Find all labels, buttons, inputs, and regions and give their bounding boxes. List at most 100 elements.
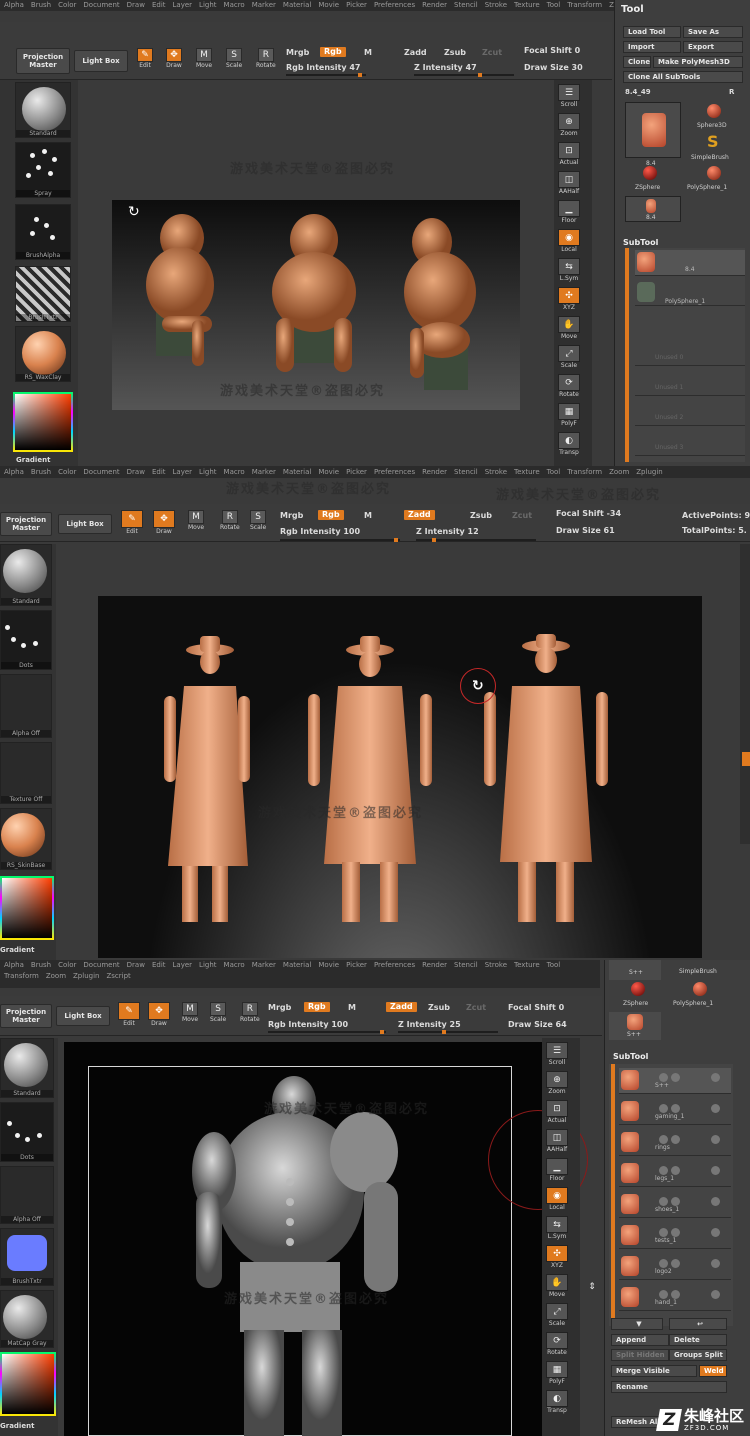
rgb-intensity-slider[interactable]: Rgb Intensity 100 bbox=[268, 1020, 348, 1029]
menu-item-stroke[interactable]: Stroke bbox=[485, 0, 507, 11]
draw-button[interactable]: ✥ Draw bbox=[153, 510, 175, 535]
rgb-intensity-slider[interactable]: Rgb Intensity 100 bbox=[280, 527, 360, 536]
visibility-eye-icon[interactable] bbox=[659, 1073, 668, 1082]
move-button[interactable]: M Move bbox=[196, 48, 212, 69]
rail-zoom-button[interactable]: ⊕ Zoom bbox=[556, 113, 582, 137]
menu-item-marker[interactable]: Marker bbox=[252, 467, 276, 478]
draw-size-slider[interactable]: Draw Size 30 bbox=[524, 63, 583, 72]
menu-item-edit[interactable]: Edit bbox=[152, 960, 166, 971]
menu-item-macro[interactable]: Macro bbox=[224, 467, 245, 478]
menu-item-edit[interactable]: Edit bbox=[152, 467, 166, 478]
z-intensity-track[interactable] bbox=[416, 538, 536, 542]
polysphere-thumb[interactable]: PolySphere_1 bbox=[685, 166, 745, 194]
rail-rotate-button[interactable]: ⟳ Rotate bbox=[544, 1332, 570, 1356]
m-toggle[interactable]: M bbox=[364, 511, 372, 520]
local-toggle-partial[interactable] bbox=[742, 752, 750, 766]
simplebrush-thumb[interactable]: S SimpleBrush bbox=[691, 132, 737, 164]
canvas-viewport[interactable]: ↻ 游戏美术天堂®盗图必究 bbox=[98, 596, 702, 958]
subtool-item[interactable]: S++ bbox=[619, 1068, 731, 1094]
brush-thumb-standard[interactable]: Standard bbox=[0, 1038, 54, 1098]
material-thumb[interactable]: MatCap Gray bbox=[0, 1290, 54, 1348]
merge-visible-button[interactable]: Merge Visible bbox=[611, 1365, 697, 1377]
menu-item-movie[interactable]: Movie bbox=[318, 467, 339, 478]
visibility-eye-icon[interactable] bbox=[671, 1259, 680, 1268]
menu-item-layer[interactable]: Layer bbox=[173, 467, 193, 478]
subtool-scrollbar[interactable] bbox=[611, 1064, 615, 1326]
rgb-toggle[interactable]: Rgb bbox=[320, 47, 346, 57]
subtool-item[interactable]: rings bbox=[619, 1130, 731, 1156]
light-box-button[interactable]: Light Box bbox=[74, 50, 128, 72]
rail-polyf-button[interactable]: ▦ PolyF bbox=[556, 403, 582, 427]
z-intensity-track[interactable] bbox=[398, 1030, 498, 1034]
visibility-eye-icon[interactable] bbox=[711, 1104, 720, 1113]
ogre-small-thumb[interactable]: 8.4 bbox=[625, 196, 681, 222]
draw-button[interactable]: ✥ Draw bbox=[166, 48, 182, 69]
visibility-eye-icon[interactable] bbox=[671, 1228, 680, 1237]
zsphere-thumb[interactable]: ZSphere bbox=[633, 166, 669, 194]
subtool-item-polysphere[interactable]: PolySphere_1 bbox=[635, 280, 745, 306]
canvas-viewport[interactable]: 游戏美术天堂®盗图必究 游戏美术天堂®盗图必究 bbox=[64, 1042, 542, 1436]
r-button[interactable]: R bbox=[729, 88, 734, 96]
menu-item-zplugin[interactable]: Zplugin bbox=[636, 467, 662, 478]
visibility-eye-icon[interactable] bbox=[659, 1228, 668, 1237]
move-up-button[interactable]: ▼ bbox=[611, 1318, 663, 1330]
visibility-eye-icon[interactable] bbox=[711, 1073, 720, 1082]
visibility-eye-icon[interactable] bbox=[659, 1104, 668, 1113]
subtool-slot-empty[interactable]: Unused 2 bbox=[635, 400, 745, 426]
alpha-thumb[interactable]: BrushAlpha bbox=[15, 204, 71, 260]
subtool-item[interactable]: tests_1 bbox=[619, 1223, 731, 1249]
zadd-toggle[interactable]: Zadd bbox=[404, 510, 435, 520]
menu-item-zoom[interactable]: Zoom bbox=[609, 467, 629, 478]
subtool-item-8-4[interactable]: 8.4 bbox=[635, 250, 745, 276]
zcut-toggle[interactable]: Zcut bbox=[466, 1003, 486, 1012]
rail-scroll-button[interactable]: ☰ Scroll bbox=[544, 1042, 570, 1066]
menu-item-draw[interactable]: Draw bbox=[127, 960, 145, 971]
save-as-button[interactable]: Save As bbox=[683, 26, 743, 38]
append-button[interactable]: Append bbox=[611, 1334, 669, 1346]
menu-item-layer[interactable]: Layer bbox=[173, 960, 193, 971]
visibility-eye-icon[interactable] bbox=[659, 1290, 668, 1299]
rail-move-button[interactable]: ✋ Move bbox=[544, 1274, 570, 1298]
menu-item-render[interactable]: Render bbox=[422, 960, 447, 971]
menu-item-render[interactable]: Render bbox=[422, 0, 447, 11]
visibility-eye-icon[interactable] bbox=[671, 1197, 680, 1206]
rgb-intensity-slider[interactable]: Rgb Intensity 47 bbox=[286, 63, 360, 72]
zadd-toggle[interactable]: Zadd bbox=[404, 48, 427, 57]
current-tool-thumb[interactable]: 8.4 bbox=[625, 102, 681, 167]
visibility-eye-icon[interactable] bbox=[659, 1197, 668, 1206]
subtool-item[interactable]: legs_1 bbox=[619, 1161, 731, 1187]
visibility-eye-icon[interactable] bbox=[711, 1135, 720, 1144]
menu-item-draw[interactable]: Draw bbox=[127, 467, 145, 478]
menu-item-macro[interactable]: Macro bbox=[224, 0, 245, 11]
visibility-eye-icon[interactable] bbox=[671, 1166, 680, 1175]
zcut-toggle[interactable]: Zcut bbox=[512, 511, 532, 520]
subtool-slot-empty[interactable]: Unused 3 bbox=[635, 430, 745, 456]
rail-xyz-button[interactable]: ✣ XYZ bbox=[556, 287, 582, 311]
visibility-eye-icon[interactable] bbox=[671, 1290, 680, 1299]
z-intensity-slider[interactable]: Z Intensity 25 bbox=[398, 1020, 461, 1029]
rail-scale-button[interactable]: ⤢ Scale bbox=[556, 345, 582, 369]
brute-thumb[interactable]: S++ bbox=[609, 1012, 661, 1040]
load-tool-button[interactable]: Load Tool bbox=[623, 26, 681, 38]
menu-item-zplugin[interactable]: Zplugin bbox=[73, 971, 99, 982]
rail-transp-button[interactable]: ◐ Transp bbox=[544, 1390, 570, 1414]
projection-master-button[interactable]: Projection Master bbox=[0, 512, 52, 536]
edit-button[interactable]: ✎ Edit bbox=[137, 48, 153, 69]
menu-item-alpha[interactable]: Alpha bbox=[4, 467, 24, 478]
rotate-button[interactable]: R Rotate bbox=[256, 48, 276, 69]
visibility-eye-icon[interactable] bbox=[711, 1259, 720, 1268]
draw-size-slider[interactable]: Draw Size 64 bbox=[508, 1020, 567, 1029]
zsub-toggle[interactable]: Zsub bbox=[428, 1003, 450, 1012]
menu-item-document[interactable]: Document bbox=[83, 467, 119, 478]
menu-item-light[interactable]: Light bbox=[199, 467, 216, 478]
menu-item-draw[interactable]: Draw bbox=[127, 0, 145, 11]
focal-shift-slider[interactable]: Focal Shift -34 bbox=[556, 509, 621, 518]
brush-thumb-standard[interactable]: Standard bbox=[0, 544, 52, 606]
menu-item-brush[interactable]: Brush bbox=[31, 960, 51, 971]
menu-item-brush[interactable]: Brush bbox=[31, 0, 51, 11]
menu-item-document[interactable]: Document bbox=[83, 960, 119, 971]
scale-button[interactable]: S Scale bbox=[250, 510, 266, 531]
rail-floor-button[interactable]: ▁ Floor bbox=[544, 1158, 570, 1182]
texture-thumb[interactable]: Texture Off bbox=[0, 742, 52, 804]
alpha-thumb[interactable]: Alpha Off bbox=[0, 674, 52, 738]
